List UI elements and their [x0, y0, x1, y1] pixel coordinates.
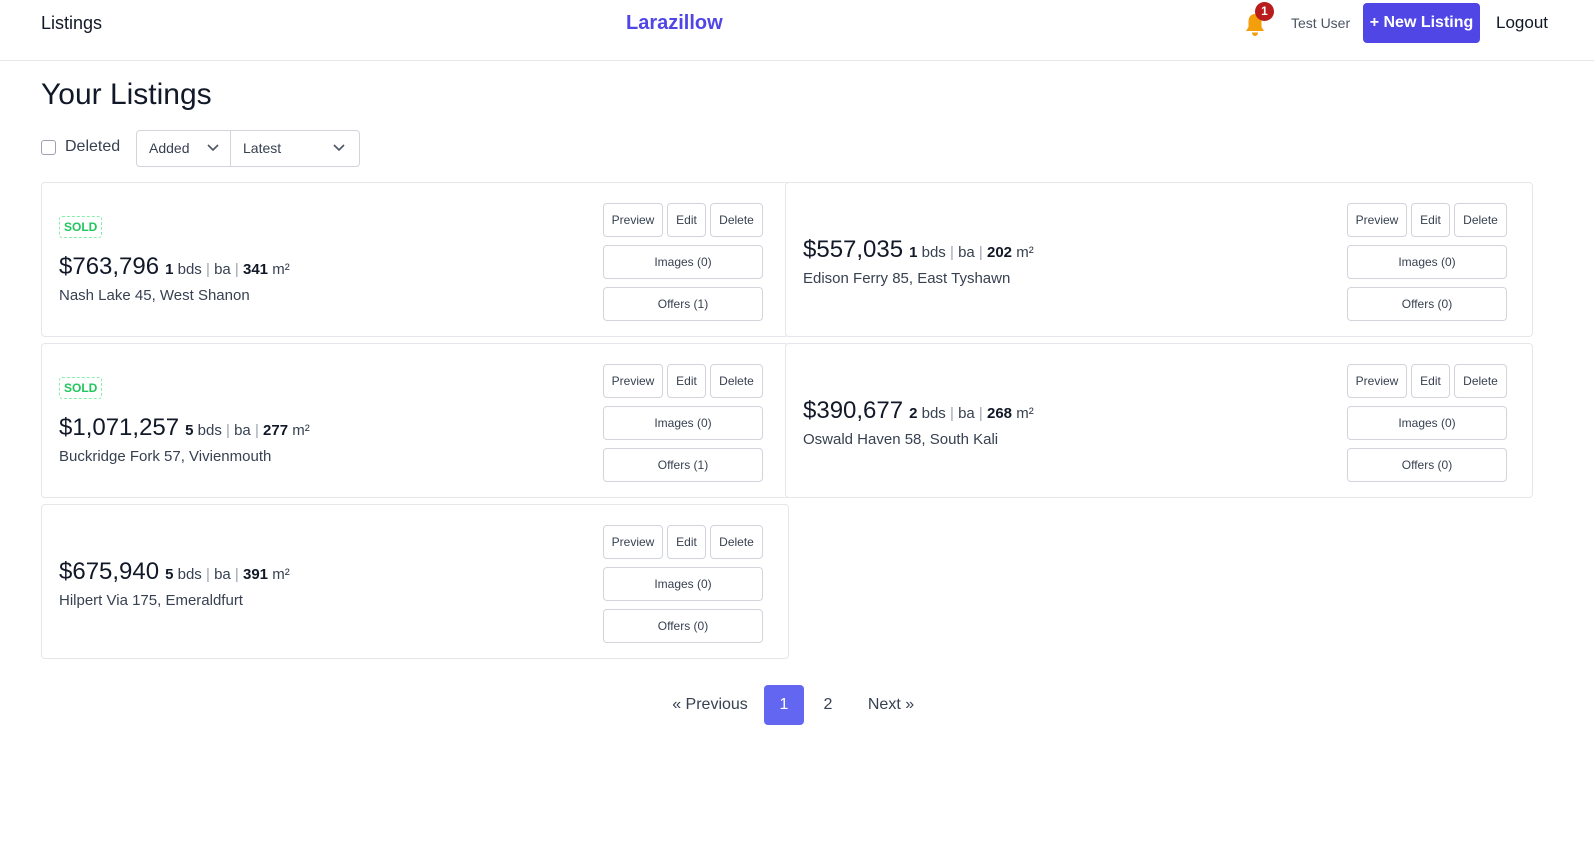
- listing-card: SOLD $763,796 1 bds | ba | 341 m² Nash La…: [41, 182, 789, 337]
- listing-info: $1,071,257 5 bds | ba | 277 m² Buckridge …: [59, 414, 310, 465]
- next-page-link[interactable]: Next »: [866, 685, 916, 725]
- page-link-1[interactable]: 1: [764, 685, 804, 725]
- preview-button[interactable]: Preview: [1347, 203, 1407, 237]
- sold-badge: SOLD: [59, 216, 103, 238]
- preview-button[interactable]: Preview: [603, 203, 663, 237]
- price-line: $557,035 1 bds | ba | 202 m²: [803, 236, 1034, 264]
- listing-info: $675,940 5 bds | ba | 391 m² Hilpert Via …: [59, 558, 290, 609]
- offers-button[interactable]: Offers (1): [603, 287, 763, 321]
- listing-address: Edison Ferry 85, East Tyshawn: [803, 270, 1011, 287]
- deleted-checkbox[interactable]: [41, 140, 56, 155]
- notification-count-badge: 1: [1255, 2, 1274, 21]
- previous-page-link[interactable]: « Previous: [672, 685, 748, 725]
- delete-button[interactable]: Delete: [710, 364, 763, 398]
- new-listing-button[interactable]: + New Listing: [1363, 3, 1480, 43]
- preview-button[interactable]: Preview: [1347, 364, 1407, 398]
- preview-button[interactable]: Preview: [603, 525, 663, 559]
- chevron-down-icon: [333, 144, 345, 152]
- listing-space: 2 bds | ba | 268 m²: [909, 405, 1034, 422]
- listing-card: $557,035 1 bds | ba | 202 m² Edison Ferry…: [785, 182, 1533, 337]
- preview-button[interactable]: Preview: [603, 364, 663, 398]
- images-button[interactable]: Images (0): [1347, 245, 1507, 279]
- images-button[interactable]: Images (0): [603, 406, 763, 440]
- top-navbar: Listings Larazillow 1 Test User + New Li…: [0, 0, 1594, 61]
- chevron-down-icon: [207, 144, 219, 152]
- listing-card: SOLD $1,071,257 5 bds | ba | 277 m² Buckr…: [41, 343, 789, 498]
- listing-price: $1,071,257: [59, 414, 180, 441]
- price-line: $390,677 2 bds | ba | 268 m²: [803, 397, 1034, 425]
- listing-space: 1 bds | ba | 202 m²: [909, 244, 1034, 261]
- edit-button[interactable]: Edit: [1411, 203, 1450, 237]
- deleted-checkbox-label: Deleted: [65, 138, 121, 155]
- delete-button[interactable]: Delete: [710, 203, 763, 237]
- images-button[interactable]: Images (0): [603, 567, 763, 601]
- page-link-2[interactable]: 2: [818, 685, 838, 725]
- brand-logo[interactable]: Larazillow: [626, 12, 723, 35]
- nav-listings-link[interactable]: Listings: [41, 13, 102, 34]
- edit-button[interactable]: Edit: [667, 525, 706, 559]
- price-line: $763,796 1 bds | ba | 341 m²: [59, 253, 290, 281]
- pagination: « Previous 1 2 Next »: [0, 685, 1594, 725]
- price-line: $675,940 5 bds | ba | 391 m²: [59, 558, 290, 586]
- listing-space: 5 bds | ba | 277 m²: [185, 422, 310, 439]
- page-title: Your Listings: [41, 78, 212, 111]
- offers-button[interactable]: Offers (1): [603, 448, 763, 482]
- offers-button[interactable]: Offers (0): [603, 609, 763, 643]
- listing-address: Nash Lake 45, West Shanon: [59, 287, 250, 304]
- listing-address: Hilpert Via 175, Emeraldfurt: [59, 592, 243, 609]
- sold-badge: SOLD: [59, 377, 103, 399]
- listing-space: 1 bds | ba | 341 m²: [165, 261, 290, 278]
- listing-info: $763,796 1 bds | ba | 341 m² Nash Lake 45…: [59, 253, 290, 304]
- listing-price: $675,940: [59, 558, 160, 585]
- listing-card: $390,677 2 bds | ba | 268 m² Oswald Haven…: [785, 343, 1533, 498]
- offers-button[interactable]: Offers (0): [1347, 448, 1507, 482]
- edit-button[interactable]: Edit: [667, 203, 706, 237]
- listing-address: Oswald Haven 58, South Kali: [803, 431, 999, 448]
- delete-button[interactable]: Delete: [1454, 203, 1507, 237]
- listing-info: $557,035 1 bds | ba | 202 m² Edison Ferry…: [803, 236, 1034, 287]
- sort-order-value: Latest: [243, 140, 282, 156]
- listing-card: $675,940 5 bds | ba | 391 m² Hilpert Via …: [41, 504, 789, 659]
- listing-price: $763,796: [59, 253, 160, 280]
- user-name: Test User: [1291, 15, 1351, 31]
- listing-price: $557,035: [803, 236, 904, 263]
- price-line: $1,071,257 5 bds | ba | 277 m²: [59, 414, 310, 442]
- edit-button[interactable]: Edit: [667, 364, 706, 398]
- logout-link[interactable]: Logout: [1496, 13, 1548, 33]
- edit-button[interactable]: Edit: [1411, 364, 1450, 398]
- delete-button[interactable]: Delete: [710, 525, 763, 559]
- sort-select-group: Added Latest: [136, 130, 360, 167]
- images-button[interactable]: Images (0): [1347, 406, 1507, 440]
- images-button[interactable]: Images (0): [603, 245, 763, 279]
- listing-price: $390,677: [803, 397, 904, 424]
- sort-order-select[interactable]: Latest: [231, 131, 359, 166]
- sort-by-value: Added: [149, 140, 190, 156]
- sort-by-select[interactable]: Added: [137, 131, 231, 166]
- listing-address: Buckridge Fork 57, Vivienmouth: [59, 448, 272, 465]
- delete-button[interactable]: Delete: [1454, 364, 1507, 398]
- listing-info: $390,677 2 bds | ba | 268 m² Oswald Haven…: [803, 397, 1034, 448]
- offers-button[interactable]: Offers (0): [1347, 287, 1507, 321]
- listing-space: 5 bds | ba | 391 m²: [165, 566, 290, 583]
